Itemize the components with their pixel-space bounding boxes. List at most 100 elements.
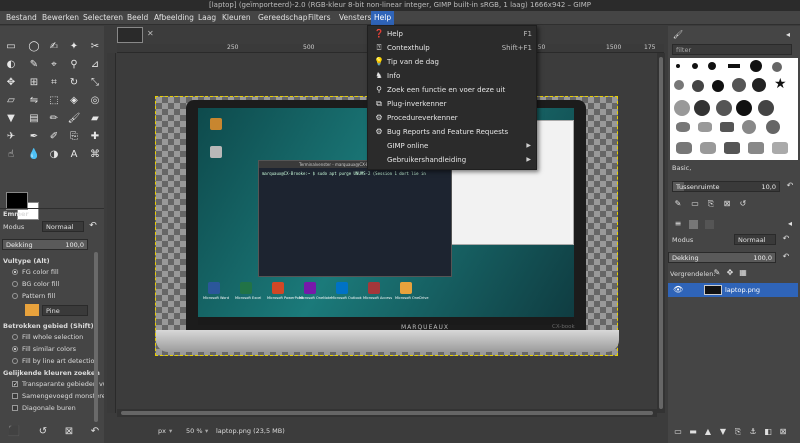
spacing-slider[interactable]: Tussenruimte 10,0 (672, 181, 780, 192)
airbrush-icon[interactable]: ✈ (4, 130, 18, 144)
paintbrush-icon[interactable]: 🖌 (672, 29, 684, 41)
smudge-icon[interactable]: ☝ (4, 148, 18, 162)
raise-layer-icon[interactable]: ▲ (702, 426, 714, 438)
menu-item-gimp-online[interactable]: GIMP online ▶ (368, 139, 538, 153)
opacity-slider[interactable]: Dekking 100,0 (2, 239, 88, 250)
restore-options-icon[interactable]: ↺ (36, 425, 50, 439)
menu-filters[interactable]: Filters (305, 11, 333, 25)
refresh-brush-icon[interactable]: ↺ (737, 198, 749, 210)
flip-icon[interactable]: ⇋ (27, 94, 41, 108)
brush-item[interactable] (676, 142, 692, 154)
transparent-checkbox[interactable]: ✓ (12, 381, 18, 388)
dock-menu-icon[interactable]: ◂ (782, 29, 794, 41)
clone-icon[interactable]: ⎘ (67, 130, 81, 144)
brush-filter-input[interactable]: filter (672, 44, 792, 55)
visibility-eye-icon[interactable]: 👁 (673, 283, 683, 297)
zoom-dropdown-icon[interactable]: ▾ (205, 427, 208, 435)
pattern-select[interactable]: Pine (42, 305, 88, 316)
layer-row[interactable]: 👁 laptop.png (668, 283, 798, 297)
brush-item[interactable] (742, 120, 756, 134)
brush-item[interactable] (716, 100, 732, 116)
perspective-icon[interactable]: ⬚ (47, 94, 61, 108)
menu-afbeelding[interactable]: Afbeelding (151, 11, 197, 25)
zoom-select[interactable]: 50 % (186, 427, 203, 435)
menu-selecteren[interactable]: Selecteren (80, 11, 126, 25)
brush-item[interactable] (724, 142, 740, 154)
brush-item[interactable] (674, 100, 690, 116)
rotate-icon[interactable]: ↻ (67, 76, 81, 90)
brush-item[interactable] (766, 120, 780, 134)
layer-opacity-slider[interactable]: Dekking 100,0 (668, 252, 776, 263)
blur-icon[interactable]: 💧 (27, 148, 41, 162)
menu-beeld[interactable]: Beeld (124, 11, 151, 25)
brush-item[interactable] (752, 78, 766, 92)
crop-icon[interactable]: ⌗ (47, 76, 61, 90)
menu-vensters[interactable]: Vensters (336, 11, 374, 25)
delete-layer-icon[interactable]: ⊠ (777, 426, 789, 438)
brush-item[interactable] (712, 80, 724, 92)
lock-pixels-icon[interactable]: ✎ (711, 267, 723, 279)
mask-layer-icon[interactable]: ◧ (762, 426, 774, 438)
align-icon[interactable]: ⊞ (27, 76, 41, 90)
menu-item-info[interactable]: ♞ Info (368, 69, 538, 83)
brush-item[interactable] (732, 78, 746, 92)
new-layer-group-icon[interactable]: ▬ (687, 426, 699, 438)
menu-item-plugin-browser[interactable]: ⧉ Plug-inverkenner (368, 97, 538, 111)
lock-alpha-icon[interactable]: ▦ (737, 267, 749, 279)
heal-icon[interactable]: ✚ (88, 130, 102, 144)
menu-item-tip-of-day[interactable]: 💡 Tip van de dag (368, 55, 538, 69)
dock-tab-menu-icon[interactable]: ◂ (784, 218, 796, 230)
fill-whole-radio[interactable] (12, 334, 18, 340)
mode-select[interactable]: Normaal (42, 221, 84, 232)
menu-item-help[interactable]: ❓ Help F1 (368, 27, 538, 41)
zoom-icon[interactable]: ⚲ (67, 58, 81, 72)
star-brush-icon[interactable]: ★ (774, 76, 787, 92)
fill-similar-radio[interactable] (12, 346, 18, 352)
brush-item[interactable] (758, 100, 774, 116)
fill-bg-radio[interactable] (12, 281, 18, 287)
pattern-swatch[interactable] (25, 304, 39, 316)
handle-transform-icon[interactable]: ⌘ (88, 148, 102, 162)
move-icon[interactable]: ✥ (4, 76, 18, 90)
brush-item[interactable] (728, 64, 740, 68)
brush-item[interactable] (736, 100, 752, 116)
close-tab-icon[interactable]: ✕ (147, 29, 154, 38)
eraser-icon[interactable]: ▰ (88, 112, 102, 126)
brush-item[interactable] (676, 64, 680, 68)
reset-options-icon[interactable]: ↶ (88, 425, 102, 439)
menu-item-context-help[interactable]: ⍰ Contexthulp Shift+F1 (368, 41, 538, 55)
brush-set-label[interactable]: Basic, (672, 164, 691, 172)
channels-icon[interactable] (689, 220, 698, 229)
reset-spacing-icon[interactable]: ↶ (784, 180, 796, 192)
brush-item[interactable] (772, 142, 788, 154)
brush-item[interactable] (694, 100, 710, 116)
brush-item[interactable] (772, 62, 782, 72)
brush-item[interactable] (692, 63, 698, 69)
horizontal-scroll-thumb[interactable] (121, 411, 653, 415)
brush-item[interactable] (700, 142, 716, 154)
menu-kleuren[interactable]: Kleuren (219, 11, 254, 25)
fill-line-art-radio[interactable] (12, 358, 18, 364)
brush-item[interactable] (692, 80, 704, 92)
menu-help[interactable]: Help (371, 11, 395, 25)
duplicate-brush-icon[interactable]: ⎘ (705, 198, 717, 210)
menu-gereedschap[interactable]: Gereedschap (255, 11, 310, 25)
color-picker-icon[interactable]: ⌖ (47, 58, 61, 72)
scale-icon[interactable]: ⤡ (88, 76, 102, 90)
brush-item[interactable] (720, 122, 734, 132)
brush-item[interactable] (698, 122, 712, 132)
rect-select-icon[interactable]: ▭ (4, 40, 18, 54)
lower-layer-icon[interactable]: ▼ (717, 426, 729, 438)
paths-icon[interactable]: ✎ (27, 58, 41, 72)
layer-mode-select[interactable]: Normaal (734, 234, 776, 245)
gradient-icon[interactable]: ▤ (27, 112, 41, 126)
foreground-select-icon[interactable]: ◐ (4, 58, 18, 72)
scissors-select-icon[interactable]: ✂ (88, 40, 102, 54)
unit-dropdown-icon[interactable]: ▾ (169, 427, 172, 435)
diagonal-checkbox[interactable] (12, 405, 18, 411)
anchor-layer-icon[interactable]: ⚓ (747, 426, 759, 438)
save-options-icon[interactable]: ⬛ (7, 425, 21, 439)
measure-icon[interactable]: ⊿ (88, 58, 102, 72)
vertical-ruler[interactable] (107, 53, 116, 413)
brush-item[interactable] (708, 62, 716, 70)
